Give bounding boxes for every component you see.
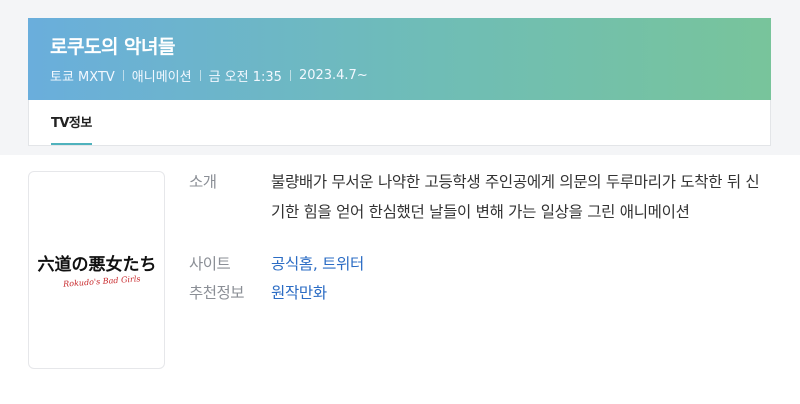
start-date: 2023.4.7~ [298, 68, 368, 83]
poster-image[interactable]: 六道の悪女たち Rokudo's Bad Girls [28, 171, 165, 369]
program-header: 로쿠도의 악녀들 토쿄 MXTV 애니메이션 금 오전 1:35 2023.4.… [28, 18, 771, 100]
meta-divider [199, 70, 201, 81]
active-tab-indicator [51, 143, 92, 145]
intro-row: 소개 불량배가 무서운 나약한 고등학생 주인공에게 의문의 두루마리가 도착한… [189, 167, 761, 227]
intro-text: 불량배가 무서운 나약한 고등학생 주인공에게 의문의 두루마리가 도착한 뒤 … [271, 173, 760, 221]
tab-tv-info[interactable]: TV정보 [51, 100, 92, 145]
recommend-link[interactable]: 원작만화 [271, 278, 761, 308]
poster-logo-text: 六道の悪女たち [37, 254, 156, 275]
meta-divider [122, 70, 124, 81]
genre: 애니메이션 [131, 70, 192, 85]
recommend-label: 추천정보 [189, 284, 245, 302]
channel-name: 토쿄 MXTV [50, 70, 115, 85]
site-row: 사이트 공식홈, 트위터 [189, 249, 761, 279]
meta-divider [289, 70, 291, 81]
broadcast-time: 금 오전 1:35 [208, 70, 282, 85]
site-label: 사이트 [189, 255, 231, 273]
info-panel: 六道の悪女たち Rokudo's Bad Girls 소개 불량배가 무서운 나… [0, 155, 800, 404]
program-title[interactable]: 로쿠도의 악녀들 [50, 34, 771, 60]
poster-logo-subtext: Rokudo's Bad Girls [61, 274, 140, 288]
tab-label: TV정보 [51, 116, 92, 131]
intro-label: 소개 [189, 173, 217, 191]
program-meta: 토쿄 MXTV 애니메이션 금 오전 1:35 2023.4.7~ [50, 66, 771, 85]
tab-bar: TV정보 [28, 100, 771, 146]
recommend-row: 추천정보 원작만화 [189, 278, 761, 308]
site-links[interactable]: 공식홈, 트위터 [271, 249, 761, 279]
poster-logo: 六道の悪女たち Rokudo's Bad Girls [37, 254, 156, 289]
